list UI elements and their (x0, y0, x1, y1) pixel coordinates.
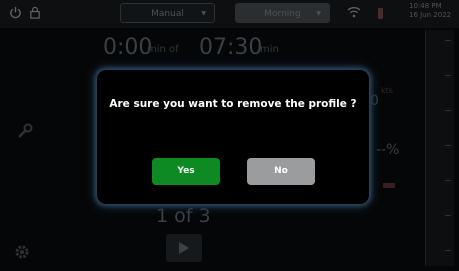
period-select[interactable]: Morning ▼ (235, 3, 330, 23)
play-button[interactable] (166, 234, 202, 262)
power-icon[interactable] (8, 6, 22, 20)
total-unit: min (260, 44, 279, 55)
gauge-tick (445, 75, 451, 76)
play-icon (179, 242, 189, 254)
partial-reading-unit: kts (381, 86, 393, 95)
total-time: 07:30 (199, 35, 263, 60)
no-button[interactable]: No (247, 158, 315, 185)
top-bar: Manual ▼ Morning ▼ 10:48 PM 16 Jun 2022 (0, 0, 459, 28)
lock-icon[interactable] (28, 6, 42, 20)
remove-profile-dialog: Are sure you want to remove the profile … (97, 70, 369, 204)
elapsed-time: 0:00 (103, 35, 153, 60)
gear-icon[interactable] (13, 243, 31, 266)
chevron-down-icon: ▼ (316, 10, 321, 17)
gauge-tick (445, 180, 451, 181)
clock-date: 16 Jun 2022 (409, 11, 452, 19)
level-gauge (425, 30, 454, 266)
gauge-tick (445, 110, 451, 111)
mode-select[interactable]: Manual ▼ (120, 3, 215, 23)
yes-button[interactable]: Yes (152, 158, 220, 185)
battery-icon (378, 8, 383, 19)
percent-reading: --% (376, 142, 400, 158)
mode-select-label: Manual (151, 9, 184, 19)
wrench-icon[interactable] (16, 122, 34, 145)
elapsed-unit: min of (147, 44, 179, 55)
gauge-tick (445, 250, 451, 251)
partial-reading: 0 (370, 93, 379, 109)
clock-time: 10:48 PM (409, 2, 442, 10)
period-select-label: Morning (264, 9, 301, 19)
wifi-icon (347, 6, 361, 20)
level-marker (383, 183, 395, 188)
dialog-message: Are sure you want to remove the profile … (109, 98, 357, 110)
chevron-down-icon: ▼ (201, 10, 206, 17)
clock: 10:48 PM 16 Jun 2022 (409, 2, 459, 20)
gauge-tick (445, 215, 451, 216)
profile-counter: 1 of 3 (156, 205, 211, 227)
gauge-tick (445, 40, 451, 41)
gauge-tick (445, 145, 451, 146)
